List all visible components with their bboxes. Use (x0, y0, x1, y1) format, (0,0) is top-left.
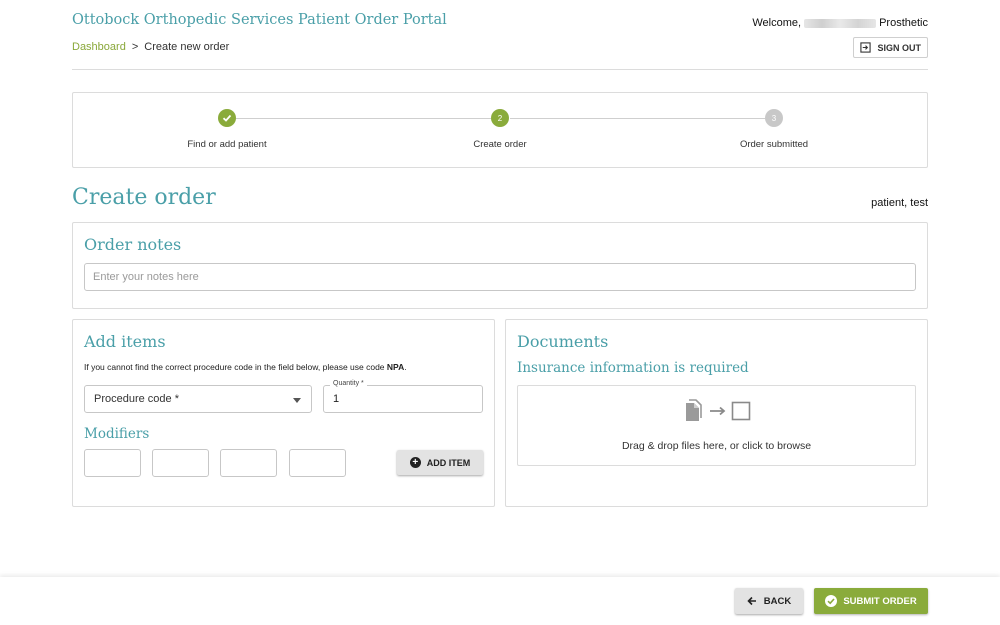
step-connector (510, 118, 765, 119)
page-title: Create order (72, 185, 216, 210)
dropdown-arrow-icon (293, 398, 301, 403)
step-3-label: Order submitted (739, 139, 809, 150)
app-title: Ottobock Orthopedic Services Patient Ord… (72, 12, 447, 28)
submit-order-label: SUBMIT ORDER (843, 595, 917, 607)
footer-bar: BACK SUBMIT ORDER (0, 577, 1000, 625)
quantity-value: 1 (333, 393, 340, 405)
submit-order-button[interactable]: SUBMIT ORDER (814, 588, 928, 614)
step-3-marker: 3 (765, 109, 783, 127)
exit-to-app-icon (860, 42, 872, 53)
add-item-button[interactable]: + ADD ITEM (397, 450, 483, 475)
quantity-input[interactable]: 1 (323, 385, 483, 413)
welcome-message: Welcome, Prosthetic (752, 17, 928, 29)
modifier-input-1[interactable] (84, 449, 141, 477)
modifiers-title: Modifiers (84, 426, 150, 442)
back-label: BACK (763, 595, 792, 607)
upload-box-icon (731, 401, 751, 421)
dropzone-icons (683, 399, 751, 423)
file-dropzone[interactable]: Drag & drop files here, or click to brow… (517, 385, 916, 466)
patient-name: patient, test (871, 197, 928, 209)
procedure-code-select[interactable]: Procedure code * (84, 385, 312, 413)
order-notes-card: Order notes (72, 222, 928, 309)
modifier-input-2[interactable] (152, 449, 209, 477)
quantity-label: Quantity * (330, 380, 367, 387)
add-items-card: Add items If you cannot find the correct… (72, 319, 495, 507)
step-2-marker: 2 (491, 109, 509, 127)
copy-files-icon (686, 399, 702, 421)
breadcrumb-separator: > (131, 41, 139, 53)
breadcrumb-dashboard-link[interactable]: Dashboard (72, 41, 126, 53)
modifier-input-3[interactable] (220, 449, 277, 477)
modifier-input-4[interactable] (289, 449, 346, 477)
order-notes-input[interactable] (84, 263, 916, 291)
breadcrumb: Dashboard > Create new order (72, 41, 229, 53)
sign-out-label: SIGN OUT (877, 42, 921, 53)
step-1-label: Find or add patient (187, 139, 267, 150)
arrow-back-icon (747, 596, 756, 606)
procedure-hint-text: If you cannot find the correct procedure… (84, 362, 387, 372)
step-connector (236, 118, 491, 119)
header-divider (72, 69, 928, 70)
welcome-prefix: Welcome, (752, 17, 802, 29)
documents-card: Documents Insurance information is requi… (505, 319, 928, 507)
redacted-username (804, 18, 877, 28)
check-circle-icon (825, 595, 838, 607)
welcome-suffix: Prosthetic (879, 17, 928, 29)
arrow-right-icon (710, 406, 726, 416)
insurance-required-title: Insurance information is required (517, 360, 749, 376)
add-items-title: Add items (84, 332, 166, 351)
step-2-label: Create order (473, 139, 527, 150)
sign-out-button[interactable]: SIGN OUT (853, 37, 928, 58)
step-1-completed-check-icon (218, 109, 236, 127)
back-button[interactable]: BACK (735, 588, 803, 614)
order-notes-title: Order notes (84, 235, 182, 254)
dropzone-text: Drag & drop files here, or click to brow… (621, 440, 812, 452)
procedure-hint-end: . (404, 362, 407, 372)
procedure-code-label: Procedure code * (94, 393, 179, 405)
order-stepper: 2 3 Find or add patient Create order Ord… (72, 92, 928, 168)
documents-title: Documents (517, 332, 609, 351)
procedure-hint: If you cannot find the correct procedure… (84, 362, 407, 372)
add-circle-icon: + (409, 457, 421, 468)
breadcrumb-current: Create new order (144, 41, 230, 53)
procedure-hint-code: NPA (386, 362, 405, 372)
add-item-label: ADD ITEM (426, 457, 471, 468)
